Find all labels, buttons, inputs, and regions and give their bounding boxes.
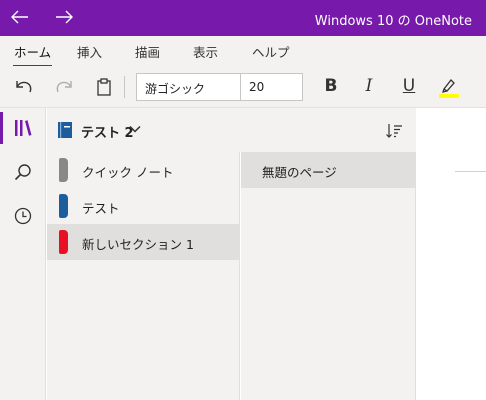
navigation-rail — [0, 108, 46, 400]
notebook-header: テスト 2 — [47, 108, 416, 152]
chevron-down-icon[interactable] — [129, 124, 141, 134]
notebook-icon — [58, 122, 72, 138]
note-canvas[interactable] — [417, 108, 486, 400]
tab-insert[interactable]: 挿入 — [77, 42, 102, 61]
section-color-tab-icon — [59, 158, 68, 182]
sort-button[interactable] — [383, 120, 405, 142]
clipboard-icon — [97, 78, 111, 96]
pages-list: 無題のページ — [241, 152, 416, 400]
page-title-underline — [455, 171, 486, 172]
section-label: テスト — [82, 201, 120, 216]
page-untitled[interactable]: 無題のページ — [241, 152, 416, 188]
font-name-field[interactable]: 游ゴシック — [136, 73, 241, 101]
search-button[interactable] — [0, 152, 46, 192]
font-size-field[interactable]: 20 — [240, 73, 303, 101]
search-icon — [14, 164, 31, 181]
back-button[interactable] — [9, 6, 31, 28]
bold-button[interactable]: B — [320, 76, 342, 96]
tab-home[interactable]: ホーム — [12, 42, 53, 67]
home-toolbar: 游ゴシック 20 B I U — [0, 66, 486, 108]
arrow-left-icon — [11, 10, 28, 24]
sort-icon — [386, 124, 402, 138]
ribbon-tabs: ホーム 挿入 描画 表示 ヘルプ — [0, 36, 486, 67]
highlighter-icon — [439, 79, 459, 98]
italic-button[interactable]: I — [358, 76, 380, 96]
section-color-tab-icon — [59, 230, 68, 254]
notebook-name[interactable]: テスト 2 — [81, 122, 134, 141]
clock-icon — [14, 207, 32, 225]
arrow-right-icon — [56, 10, 73, 24]
underline-button[interactable]: U — [398, 76, 420, 96]
tab-draw[interactable]: 描画 — [135, 42, 160, 61]
paste-button[interactable] — [92, 75, 116, 99]
forward-button[interactable] — [53, 6, 75, 28]
title-bar: Windows 10 の OneNote — [0, 0, 486, 36]
section-label: 新しいセクション 1 — [82, 237, 194, 252]
redo-button[interactable] — [52, 75, 76, 99]
undo-button[interactable] — [12, 75, 36, 99]
toolbar-divider — [124, 76, 125, 98]
notebooks-icon — [15, 120, 32, 136]
section-test[interactable]: テスト — [47, 188, 240, 224]
redo-icon — [56, 81, 72, 93]
recent-notes-button[interactable] — [0, 196, 46, 236]
tab-view[interactable]: 表示 — [193, 42, 218, 61]
app-title: Windows 10 の OneNote — [314, 14, 472, 29]
section-new-section-1[interactable]: 新しいセクション 1 — [47, 224, 240, 260]
undo-icon — [16, 81, 32, 93]
page-label: 無題のページ — [262, 165, 337, 180]
section-color-tab-icon — [59, 194, 68, 218]
tab-help[interactable]: ヘルプ — [252, 42, 290, 61]
notebooks-button[interactable] — [0, 108, 46, 148]
highlight-button[interactable] — [437, 75, 461, 99]
sections-list: クイック ノート テスト 新しいセクション 1 — [47, 152, 240, 400]
section-quick-notes[interactable]: クイック ノート — [47, 152, 240, 188]
section-label: クイック ノート — [82, 165, 174, 180]
